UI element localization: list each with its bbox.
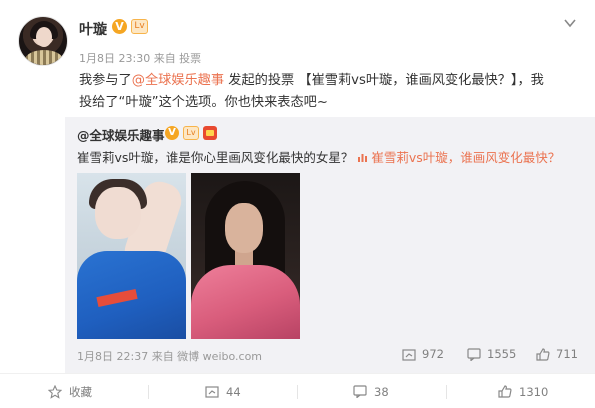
favorite-icon [48, 384, 62, 399]
avatar[interactable] [18, 16, 68, 66]
repost-icon [402, 348, 416, 361]
favorite-label: 收藏 [69, 384, 92, 399]
post-meta: 1月8日 23:30 来自 投票 [79, 52, 202, 65]
repost-verified-badge-icon: V [165, 126, 179, 140]
comment-button[interactable]: 38 [353, 374, 389, 408]
username[interactable]: 叶璇 [79, 19, 107, 39]
vote-title: 【崔雪莉vs叶璇，谁画风变化最快？】 [298, 73, 518, 88]
comment-count: 38 [374, 384, 389, 399]
divider [148, 385, 149, 399]
repost-level-badge-icon: Lv [183, 126, 199, 140]
divider [297, 385, 298, 399]
comment-icon [353, 385, 367, 398]
like-button[interactable]: 1310 [498, 374, 548, 408]
repost-time-source: 1月8日 22:37 来自 微博 weibo.com [77, 350, 263, 363]
content-line-2: 投给了“叶璇”这个选项。你也快来表态吧~ [79, 95, 328, 110]
repost-card: @全球娱乐趣事 V Lv 崔雪莉vs叶璇，谁是你心里画风变化最快的女星？ 崔雪莉… [65, 117, 595, 373]
content-suffix: ，我 [517, 73, 544, 88]
like-icon [498, 385, 512, 398]
level-badge-icon: Lv [131, 19, 148, 34]
repost-body: 崔雪莉vs叶璇，谁是你心里画风变化最快的女星？ [77, 150, 358, 165]
repost-icon [205, 386, 219, 398]
repost-likes[interactable]: 711 [536, 347, 578, 361]
content-line-1: 我参与了@全球娱乐趣事 发起的投票 【崔雪莉vs叶璇，谁画风变化最快？】，我 [79, 70, 584, 92]
repost-button[interactable]: 44 [205, 374, 241, 408]
like-icon [536, 347, 550, 361]
verified-badge-icon: V [112, 19, 127, 34]
repost-image-2[interactable] [191, 173, 300, 339]
vote-icon [358, 154, 368, 162]
repost-likes-count: 711 [556, 347, 578, 361]
content-prefix: 我参与了 [79, 73, 132, 88]
action-bar: 收藏 44 38 1310 [0, 373, 595, 408]
chevron-down-icon[interactable] [563, 16, 577, 30]
repost-reposts-count: 972 [422, 347, 444, 361]
repost-comments-count: 1555 [487, 347, 517, 361]
repost-image-1[interactable] [77, 173, 186, 339]
weibo-post: 叶璇 V Lv 1月8日 23:30 来自 投票 我参与了@全球娱乐趣事 发起的… [0, 0, 595, 408]
repost-username[interactable]: @全球娱乐趣事 [77, 125, 165, 144]
repost-member-badge-icon [203, 126, 217, 140]
favorite-button[interactable]: 收藏 [48, 374, 92, 408]
like-count: 1310 [519, 384, 549, 399]
divider [446, 385, 447, 399]
repost-count: 44 [226, 384, 241, 399]
vote-link[interactable]: 崔雪莉vs叶璇，谁画风变化最快？ [357, 150, 560, 165]
repost-text: 崔雪莉vs叶璇，谁是你心里画风变化最快的女星？ 崔雪莉vs叶璇，谁画风变化最快？ [77, 147, 592, 166]
mention-link[interactable]: @全球娱乐趣事 [132, 73, 224, 88]
post-content: 我参与了@全球娱乐趣事 发起的投票 【崔雪莉vs叶璇，谁画风变化最快？】，我 投… [79, 70, 584, 114]
content-middle: 发起的投票 [224, 73, 299, 88]
repost-reposts[interactable]: 972 [402, 347, 444, 361]
repost-comments[interactable]: 1555 [467, 347, 516, 361]
vote-link-text: 崔雪莉vs叶璇，谁画风变化最快？ [371, 150, 561, 165]
comment-icon [467, 347, 481, 361]
